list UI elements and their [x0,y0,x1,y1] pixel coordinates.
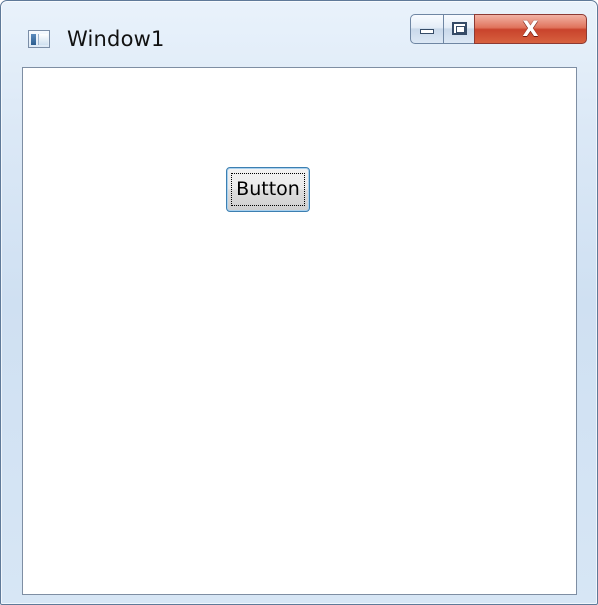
button[interactable]: Button [226,167,310,212]
minimize-button[interactable] [410,14,444,44]
button-label: Button [231,173,305,206]
minimize-icon [420,29,434,34]
close-button[interactable]: X [474,14,587,44]
close-icon: X [522,17,539,41]
maximize-icon [452,22,467,35]
window-app-icon[interactable] [28,30,50,48]
title-bar[interactable]: Window1 X [1,1,597,67]
window-caption-buttons: X [410,14,587,44]
application-window: Window1 X Button [0,0,598,605]
maximize-button[interactable] [443,14,475,44]
window-title: Window1 [67,27,165,51]
window-client-area: Button [22,67,577,595]
